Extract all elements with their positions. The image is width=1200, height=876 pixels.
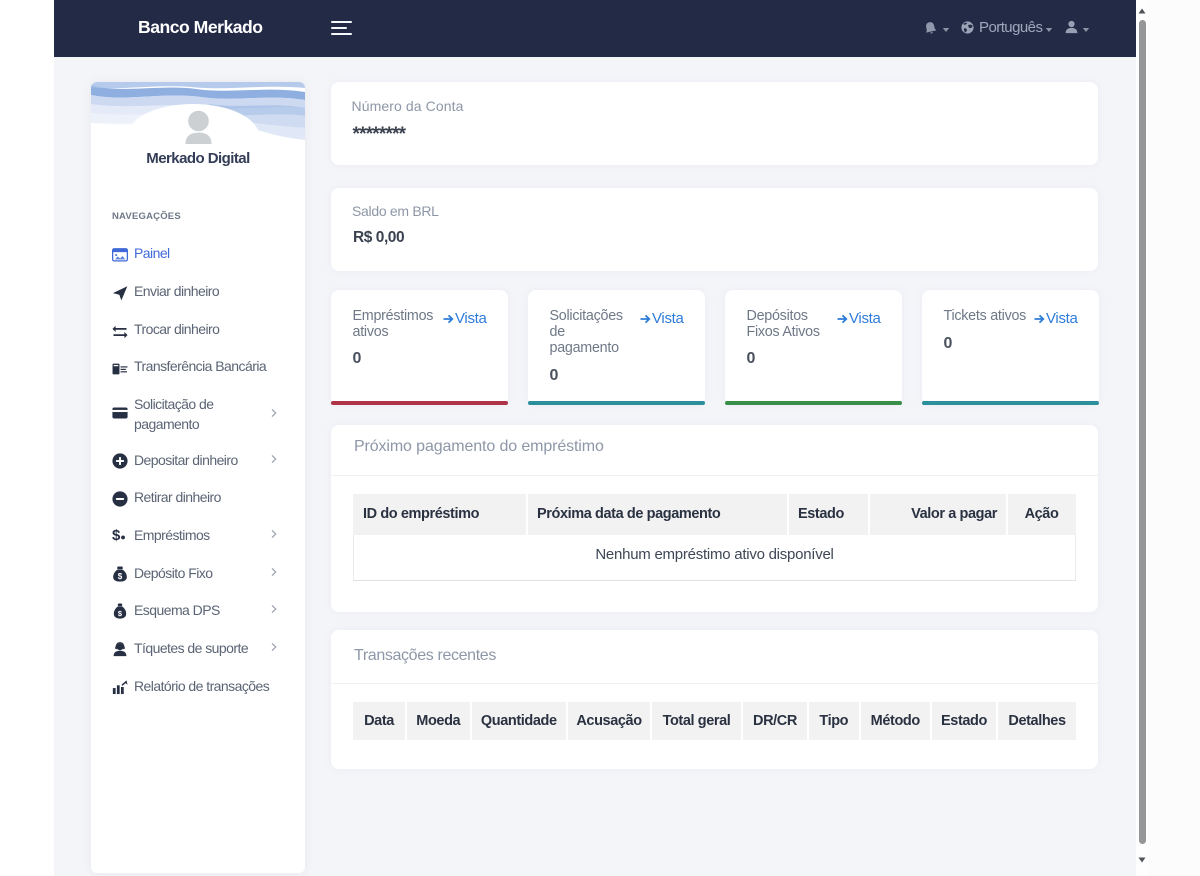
svg-text:$: $ bbox=[118, 572, 123, 581]
